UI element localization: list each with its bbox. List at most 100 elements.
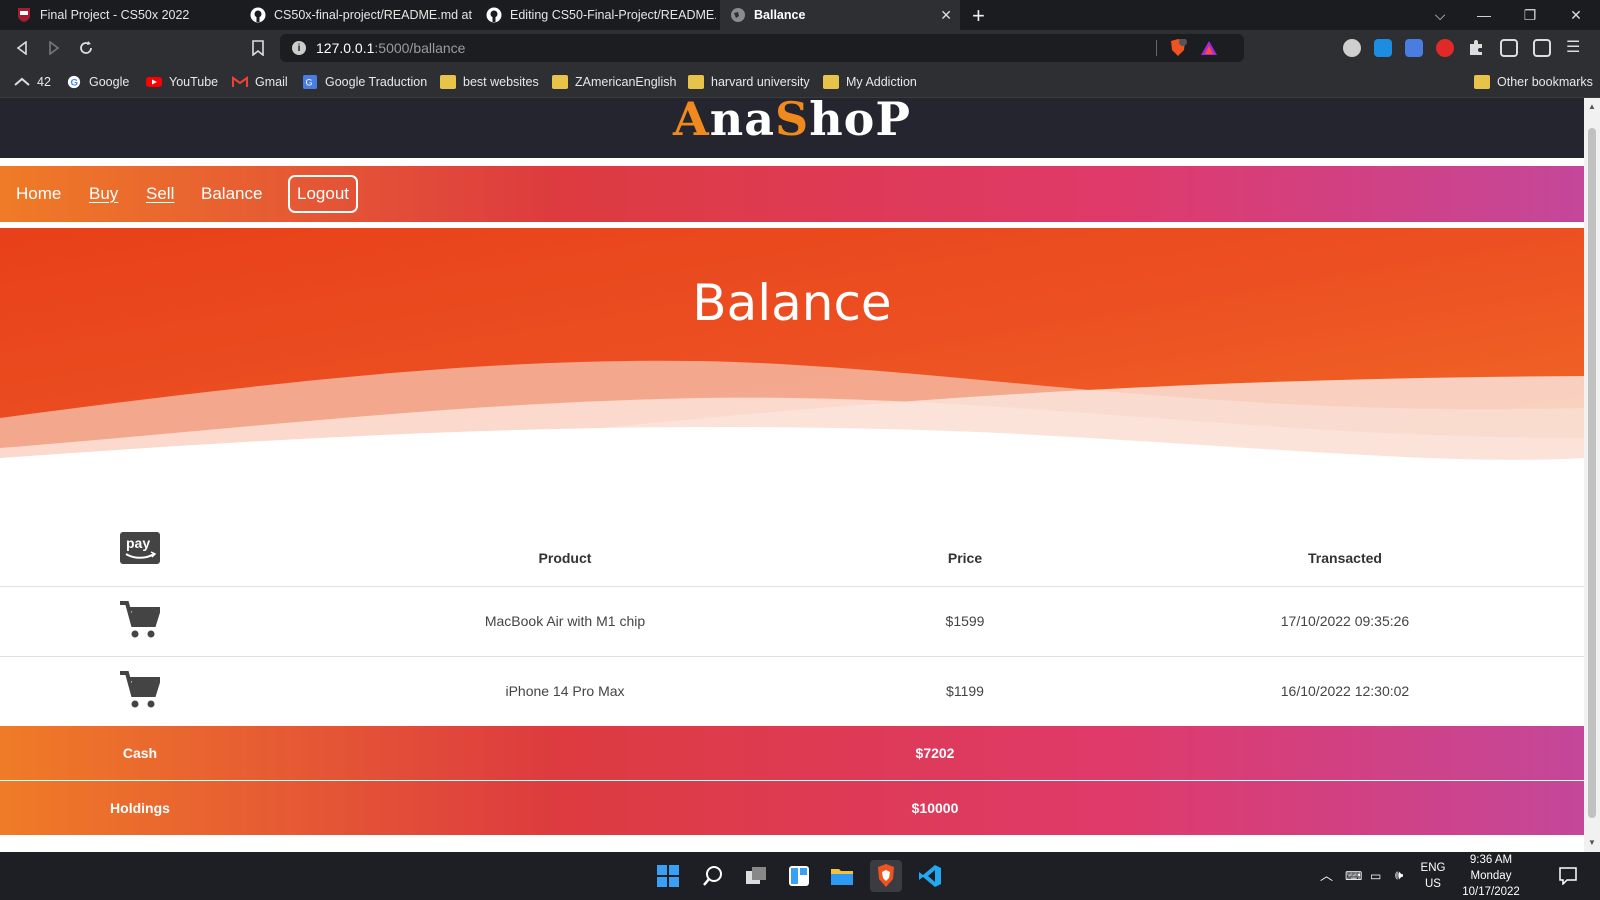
restore-button[interactable]: ❐ bbox=[1508, 0, 1552, 30]
harvard-shield-icon bbox=[16, 7, 32, 23]
bookmark-label: Gmail bbox=[255, 75, 288, 89]
bookmark-youtube[interactable]: YouTube bbox=[146, 73, 218, 91]
bookmark-gmail[interactable]: Gmail bbox=[232, 73, 288, 91]
bookmark-icon[interactable] bbox=[248, 38, 268, 58]
widgets-icon[interactable] bbox=[783, 860, 815, 892]
forward-icon[interactable] bbox=[44, 38, 64, 58]
tab-ballance[interactable]: Ballance ✕ bbox=[720, 0, 960, 30]
brave-rewards-icon[interactable] bbox=[1200, 40, 1218, 59]
bookmark-label: YouTube bbox=[169, 75, 219, 89]
folder-icon bbox=[552, 75, 568, 89]
bookmark-label: My Addiction bbox=[846, 75, 917, 89]
back-icon[interactable] bbox=[12, 38, 32, 58]
close-window-button[interactable]: ✕ bbox=[1554, 0, 1598, 30]
gmail-icon bbox=[232, 76, 248, 87]
brave-shields-icon[interactable] bbox=[1168, 38, 1188, 60]
vscode-icon[interactable] bbox=[914, 860, 946, 892]
nav-home-link[interactable]: Home bbox=[16, 184, 61, 204]
address-bar[interactable]: i 127.0.0.1:5000/ballance bbox=[280, 34, 1244, 62]
tray-chevron-icon[interactable]: ︿ bbox=[1320, 868, 1333, 884]
page-scrollbar[interactable]: ▲ ▼ bbox=[1584, 98, 1600, 852]
folder-icon bbox=[1474, 75, 1490, 89]
language-indicator[interactable]: ENG US bbox=[1418, 860, 1448, 892]
windows-taskbar: ︿ ⌨ ▭ 🕪 ENG US 9:36 AM Monday 10/17/2022 bbox=[0, 852, 1600, 900]
bookmark-folder-harvard[interactable]: harvard university bbox=[688, 73, 810, 91]
site-info-icon[interactable]: i bbox=[292, 41, 306, 55]
url-host: 127.0.0.1 bbox=[316, 40, 375, 56]
scroll-up-arrow-icon[interactable]: ▲ bbox=[1588, 102, 1596, 111]
brave-browser-icon[interactable] bbox=[870, 860, 902, 892]
hero-wave-background bbox=[0, 228, 1584, 496]
clock-date: 10/17/2022 bbox=[1462, 886, 1520, 898]
bookmark-folder-my-addiction[interactable]: My Addiction bbox=[823, 73, 917, 91]
youtube-icon bbox=[146, 77, 162, 87]
globe-icon bbox=[730, 7, 746, 23]
bookmark-google[interactable]: G Google bbox=[66, 73, 129, 91]
github-icon bbox=[486, 7, 502, 23]
holdings-value: $10000 bbox=[911, 800, 959, 816]
page-title: Balance bbox=[692, 274, 892, 332]
notifications-icon[interactable] bbox=[1552, 860, 1584, 892]
nav-sell-link[interactable]: Sell bbox=[146, 184, 174, 204]
file-explorer-icon[interactable] bbox=[826, 860, 858, 892]
task-view-icon[interactable] bbox=[740, 860, 772, 892]
svg-text:G: G bbox=[71, 78, 78, 89]
minimize-button[interactable]: — bbox=[1462, 0, 1506, 30]
wallet-icon[interactable] bbox=[1533, 39, 1551, 57]
table-row: MacBook Air with M1 chip $1599 17/10/202… bbox=[0, 586, 1584, 656]
tab-editing-readme[interactable]: Editing CS50-Final-Project/README.m bbox=[476, 0, 716, 30]
42-logo-icon bbox=[14, 77, 30, 86]
ime-icon[interactable]: ⌨ bbox=[1345, 868, 1362, 884]
extension-translate-icon[interactable] bbox=[1405, 39, 1423, 57]
close-tab-icon[interactable]: ✕ bbox=[940, 7, 952, 24]
extension-droplet-icon[interactable] bbox=[1374, 39, 1392, 57]
holdings-label: Holdings bbox=[110, 800, 170, 816]
menu-icon[interactable]: ☰ bbox=[1566, 39, 1584, 57]
summary-row-cash: Cash $7202 bbox=[0, 726, 1584, 780]
summary-row-holdings: Holdings $10000 bbox=[0, 781, 1584, 835]
bookmark-google-traduction[interactable]: G Google Traduction bbox=[302, 73, 427, 91]
extensions-puzzle-icon[interactable] bbox=[1467, 39, 1485, 57]
row-transacted: 17/10/2022 09:35:26 bbox=[1280, 613, 1410, 629]
windows-start-icon[interactable] bbox=[652, 860, 684, 892]
site-header: AnaShoP bbox=[0, 98, 1584, 162]
bookmark-folder-zamericanenglish[interactable]: ZAmericanEnglish bbox=[552, 73, 676, 91]
logout-button[interactable]: Logout bbox=[288, 175, 358, 213]
bookmark-label: Google Traduction bbox=[325, 75, 428, 89]
bookmark-label: best websites bbox=[463, 75, 539, 89]
clock[interactable]: 9:36 AM Monday 10/17/2022 bbox=[1454, 852, 1528, 900]
nav-balance-link[interactable]: Balance bbox=[201, 184, 262, 204]
site-logo[interactable]: AnaShoP bbox=[0, 98, 1584, 142]
browser-tab-bar: Final Project - CS50x 2022 CS50x-final-p… bbox=[0, 0, 1600, 30]
tab-search-chevron-icon[interactable]: ⌵ bbox=[1418, 0, 1462, 30]
logo-text-hop: hoP bbox=[809, 98, 911, 146]
row-price: $1199 bbox=[946, 683, 984, 699]
google-translate-icon: G bbox=[303, 75, 317, 89]
scroll-down-arrow-icon[interactable]: ▼ bbox=[1588, 838, 1596, 847]
folder-icon bbox=[440, 75, 456, 89]
tab-github-readme[interactable]: CS50x-final-project/README.md at ma bbox=[240, 0, 474, 30]
tab-title: Editing CS50-Final-Project/README.m bbox=[510, 8, 716, 22]
bookmark-other-bookmarks[interactable]: Other bookmarks bbox=[1474, 73, 1593, 91]
folder-icon bbox=[823, 75, 839, 89]
scrollbar-thumb[interactable] bbox=[1588, 128, 1596, 818]
tab-final-project[interactable]: Final Project - CS50x 2022 bbox=[6, 0, 238, 30]
reload-icon[interactable] bbox=[76, 38, 96, 58]
amazon-pay-icon: pay bbox=[110, 532, 170, 567]
bookmark-42[interactable]: 42 bbox=[14, 73, 51, 91]
new-tab-button[interactable]: + bbox=[972, 3, 985, 29]
bookmark-folder-best-websites[interactable]: best websites bbox=[440, 73, 539, 91]
url-path: :5000/ballance bbox=[374, 40, 466, 56]
extension-ghost-icon[interactable] bbox=[1343, 39, 1361, 57]
nav-buy-link[interactable]: Buy bbox=[89, 184, 118, 204]
search-icon[interactable] bbox=[697, 860, 729, 892]
logo-text-na: na bbox=[709, 98, 775, 146]
network-icon[interactable]: ▭ bbox=[1370, 868, 1381, 884]
sidebar-toggle-icon[interactable] bbox=[1500, 39, 1518, 57]
row-product: iPhone 14 Pro Max bbox=[505, 683, 625, 699]
volume-icon[interactable]: 🕪 bbox=[1395, 867, 1403, 883]
extension-adblock-icon[interactable] bbox=[1436, 39, 1454, 57]
cart-icon bbox=[110, 601, 170, 642]
folder-icon bbox=[688, 75, 704, 89]
url-divider bbox=[1156, 40, 1157, 56]
